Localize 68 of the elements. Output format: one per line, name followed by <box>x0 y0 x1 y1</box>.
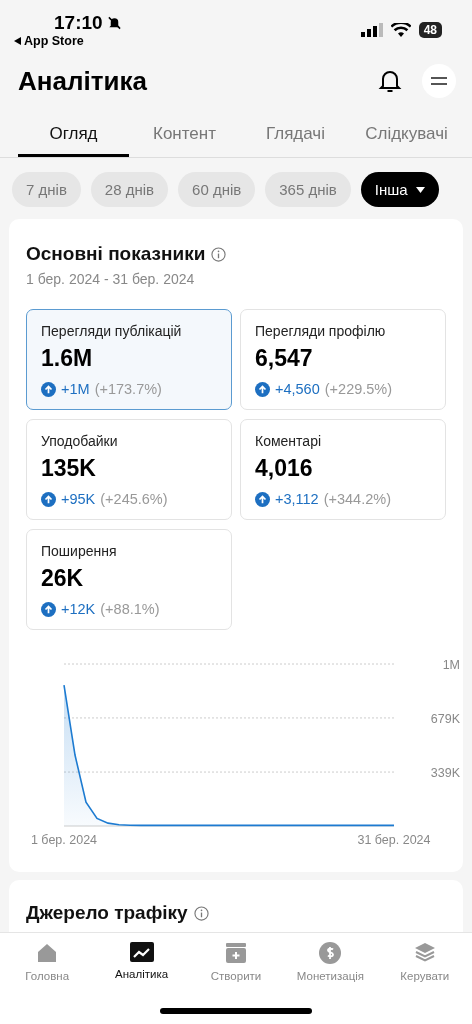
metric-percent: (+245.6%) <box>100 491 168 507</box>
arrow-up-icon <box>41 381 56 397</box>
arrow-up-icon <box>41 491 56 507</box>
y-axis-label: 1M <box>442 658 460 672</box>
metric-card[interactable]: Перегляди публікацій 1.6M +1M (+173.7%) <box>26 309 232 410</box>
page-title: Аналітика <box>18 65 147 97</box>
arrow-up-icon <box>255 381 270 397</box>
y-axis-label: 679K <box>430 711 460 726</box>
bell-icon[interactable] <box>378 68 402 94</box>
tab[interactable]: Глядачі <box>240 118 351 157</box>
metric-percent: (+344.2%) <box>323 491 391 507</box>
metric-card[interactable]: Уподобайки 135K +95K (+245.6%) <box>26 419 232 520</box>
metric-label: Уподобайки <box>41 433 119 449</box>
caret-icon <box>415 186 425 193</box>
period-dropdown[interactable]: Інша <box>360 172 439 207</box>
metric-change: +3,112 <box>275 491 319 507</box>
x-axis-label: 1 бер. 2024 <box>30 833 98 847</box>
metric-label: Перегляди профілю <box>255 323 387 339</box>
metric-percent: (+88.1%) <box>100 601 160 617</box>
clapperboard-plus-icon <box>224 941 248 965</box>
x-axis-label: 31 бер. 2024 <box>357 833 431 847</box>
metric-card[interactable]: Поширення 26K +12K (+88.1%) <box>26 529 232 630</box>
nav-item[interactable]: Створити <box>188 941 284 982</box>
metric-label: Коментарі <box>255 433 323 449</box>
metric-value: 4,016 <box>255 455 314 482</box>
period-chip[interactable]: 7 днів <box>12 172 81 207</box>
section-title: Основні показники <box>26 243 206 265</box>
metric-change: +95K <box>61 491 96 507</box>
dollar-coin-icon <box>318 941 343 965</box>
metric-change: +1M <box>61 381 90 397</box>
metric-value: 135K <box>41 455 97 482</box>
section-title: Джерело трафіку <box>26 902 188 924</box>
metric-change: +12K <box>61 601 96 617</box>
date-range: 1 бер. 2024 - 31 бер. 2024 <box>26 271 196 287</box>
period-chip[interactable]: 28 днів <box>90 172 169 207</box>
metric-label: Поширення <box>41 543 118 559</box>
bell-off-icon <box>106 15 122 31</box>
metric-card[interactable]: Перегляди профілю 6,547 +4,560 (+229.5%) <box>240 309 446 410</box>
y-axis-label: 339K <box>430 766 460 781</box>
nav-item[interactable]: Головна <box>0 941 95 982</box>
metric-percent: (+229.5%) <box>324 381 393 397</box>
tab[interactable]: Слідкувачі <box>351 118 462 157</box>
period-chip[interactable]: 365 днів <box>265 172 351 207</box>
metric-value: 1.6M <box>41 345 94 372</box>
metric-card[interactable]: Коментарі 4,016 +3,112 (+344.2%) <box>240 419 446 520</box>
back-to-app-link[interactable]: App Store <box>24 34 84 48</box>
info-icon[interactable] <box>193 905 209 921</box>
trend-chart-icon <box>128 941 155 963</box>
info-icon[interactable] <box>211 246 227 262</box>
nav-item[interactable]: Керувати <box>377 941 472 982</box>
status-time: 17:10 <box>54 12 103 34</box>
metric-change: +4,560 <box>275 381 320 397</box>
avatar[interactable] <box>422 64 456 98</box>
tab[interactable]: Огляд <box>18 118 129 157</box>
metric-value: 26K <box>41 565 85 592</box>
back-arrow-icon[interactable] <box>14 37 21 45</box>
nav-item[interactable]: Аналітика <box>94 941 189 982</box>
wifi-icon <box>390 23 411 37</box>
metric-label: Перегляди публікацій <box>41 323 183 339</box>
battery-level: 48 <box>418 22 442 38</box>
signal-icon <box>360 23 383 37</box>
arrow-up-icon <box>255 491 270 507</box>
tab[interactable]: Контент <box>129 118 240 157</box>
nav-item[interactable]: Монетизація <box>283 941 378 982</box>
arrow-up-icon <box>41 601 56 617</box>
metric-value: 6,547 <box>255 345 314 372</box>
period-chip[interactable]: 60 днів <box>178 172 256 207</box>
metric-percent: (+173.7%) <box>94 381 162 397</box>
